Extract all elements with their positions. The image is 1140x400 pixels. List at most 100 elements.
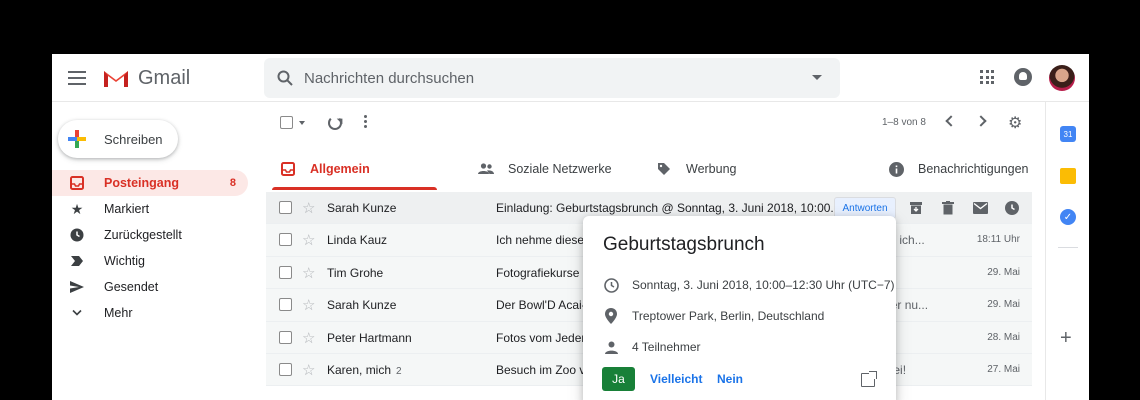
clock-icon	[68, 226, 86, 244]
tab-label: Soziale Netzwerke	[508, 162, 612, 176]
rsvp-no-button[interactable]: Nein	[717, 367, 743, 391]
star-icon: ★	[70, 200, 84, 217]
tab-social[interactable]: Soziale Netzwerke	[478, 148, 612, 190]
star-icon[interactable]: ☆	[302, 264, 315, 282]
gear-icon[interactable]: ⚙	[1008, 113, 1022, 133]
select-options-icon[interactable]	[299, 121, 305, 125]
mail-icon[interactable]	[972, 200, 988, 216]
sidebar-item-important[interactable]: Wichtig	[52, 248, 248, 274]
panel-divider	[1058, 247, 1078, 248]
sidebar-item-sent[interactable]: Gesendet	[52, 274, 248, 300]
more-vert-icon[interactable]	[364, 115, 368, 129]
email-date: 18:11 Uhr	[976, 234, 1020, 246]
snooze-clock-icon[interactable]	[1004, 200, 1020, 216]
next-page-icon[interactable]	[975, 115, 987, 127]
star-icon[interactable]: ☆	[302, 296, 315, 314]
event-title: Geburtstagsbrunch	[603, 234, 765, 255]
archive-icon[interactable]	[908, 200, 924, 216]
row-checkbox[interactable]	[279, 362, 292, 376]
notifications-icon[interactable]	[1014, 68, 1032, 86]
prev-page-icon[interactable]	[945, 115, 957, 127]
sidebar-item-inbox[interactable]: Posteingang 8	[52, 170, 248, 196]
important-icon	[68, 252, 86, 270]
refresh-icon[interactable]	[328, 116, 342, 130]
event-guests: 4 Teilnehmer	[603, 339, 700, 355]
email-date: 29. Mai	[987, 266, 1020, 278]
rsvp-yes-button[interactable]: Ja	[602, 367, 635, 391]
tasks-icon[interactable]: ✓	[1060, 209, 1076, 225]
star-icon[interactable]: ☆	[302, 199, 315, 217]
sidebar-item-snoozed[interactable]: Zurückgestellt	[52, 222, 248, 248]
sidebar-item-label: Wichtig	[104, 254, 145, 268]
menu-icon[interactable]	[68, 71, 86, 85]
email-date: 27. Mai	[987, 363, 1020, 375]
tab-updates[interactable]: Benachrichtigungen	[888, 148, 1029, 190]
event-location: Treptower Park, Berlin, Deutschland	[603, 308, 824, 324]
gmail-window: Gmail Schreiben Posteingang 8 ★ Mark	[52, 54, 1089, 400]
search-bar[interactable]	[264, 58, 840, 98]
email-sender: Karen, mich 2	[327, 362, 402, 377]
star-icon[interactable]: ☆	[302, 231, 315, 249]
sidebar-item-starred[interactable]: ★ Markiert	[52, 196, 248, 222]
sidebar-item-label: Gesendet	[104, 280, 159, 294]
open-in-new-icon[interactable]	[861, 371, 877, 387]
row-checkbox[interactable]	[279, 233, 292, 247]
tab-promotions[interactable]: Werbung	[656, 148, 737, 190]
event-guests-text: 4 Teilnehmer	[632, 340, 701, 354]
keep-icon[interactable]	[1060, 168, 1076, 184]
email-date: 28. Mai	[987, 331, 1020, 343]
active-tab-indicator	[272, 187, 437, 190]
add-addon-icon[interactable]: +	[1060, 328, 1072, 348]
delete-icon[interactable]	[940, 200, 956, 216]
email-date: 29. Mai	[987, 299, 1020, 311]
avatar[interactable]	[1049, 65, 1075, 91]
sidebar-item-label: Markiert	[104, 202, 150, 216]
list-toolbar: 1–8 von 8 ⚙	[272, 112, 1032, 140]
send-icon	[68, 278, 86, 296]
rsvp-maybe-button[interactable]: Vielleicht	[650, 367, 702, 391]
row-actions	[908, 200, 1020, 216]
email-sender: Tim Grohe	[327, 265, 384, 280]
pagination-info: 1–8 von 8	[882, 117, 926, 128]
gmail-m-icon	[104, 71, 128, 87]
unread-count: 8	[229, 177, 236, 189]
email-sender: Peter Hartmann	[327, 330, 412, 345]
email-sender: Linda Kauz	[327, 233, 388, 248]
tag-icon	[656, 161, 672, 177]
tab-label: Benachrichtigungen	[918, 162, 1029, 176]
info-icon	[888, 161, 904, 177]
event-datetime: Sonntag, 3. Juni 2018, 10:00–12:30 Uhr (…	[603, 277, 895, 293]
tab-label: Allgemein	[310, 162, 370, 176]
row-checkbox[interactable]	[279, 330, 292, 344]
compose-button[interactable]: Schreiben	[58, 120, 178, 158]
email-sender: Sarah Kunze	[327, 201, 397, 215]
category-tabs: Allgemein Soziale Netzwerke Werbung Bena…	[272, 148, 1032, 190]
tab-label: Werbung	[686, 162, 737, 176]
email-subject: Einladung: Geburtstagsbrunch @ Sonntag, …	[496, 201, 836, 215]
search-icon[interactable]	[276, 69, 294, 87]
top-bar: Gmail	[52, 54, 1089, 102]
app-name: Gmail	[138, 66, 191, 89]
sidebar-nav: Posteingang 8 ★ Markiert Zurückgestellt …	[52, 170, 248, 326]
sidebar-item-label: Posteingang	[104, 176, 180, 190]
search-input[interactable]	[304, 58, 794, 98]
email-sender: Sarah Kunze	[327, 298, 397, 313]
row-checkbox[interactable]	[279, 298, 292, 312]
row-checkbox[interactable]	[279, 201, 292, 214]
sidebar-item-more[interactable]: Mehr	[52, 300, 248, 326]
clock-icon	[603, 277, 619, 293]
event-datetime-text: Sonntag, 3. Juni 2018, 10:00–12:30 Uhr (…	[632, 278, 895, 292]
side-apps-panel: 31 ✓ +	[1045, 102, 1089, 400]
people-icon	[478, 161, 494, 177]
select-all-checkbox[interactable]	[280, 116, 293, 129]
row-checkbox[interactable]	[279, 265, 292, 279]
location-pin-icon	[603, 308, 619, 324]
search-options-icon[interactable]	[812, 75, 822, 80]
inbox-icon	[68, 174, 86, 192]
star-icon[interactable]: ☆	[302, 361, 315, 379]
tab-primary[interactable]: Allgemein	[280, 148, 370, 190]
calendar-icon[interactable]: 31	[1060, 126, 1076, 142]
apps-grid-icon[interactable]	[980, 70, 994, 84]
gmail-logo[interactable]: Gmail	[102, 66, 190, 90]
star-icon[interactable]: ☆	[302, 329, 315, 347]
